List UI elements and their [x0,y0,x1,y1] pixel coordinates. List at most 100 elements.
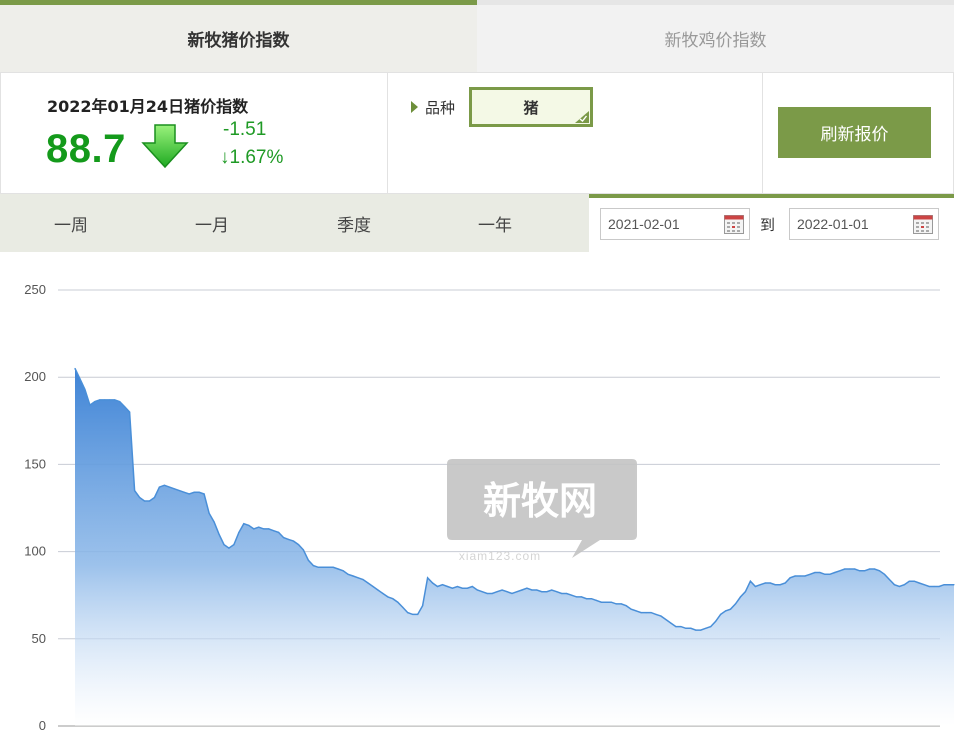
data-point [854,568,856,570]
calendar-icon[interactable] [724,215,744,234]
data-point [680,626,682,628]
data-point [516,591,518,593]
chart-canvas: 0 50 100 150 200 250 新牧网 xiam123.com [24,282,955,733]
period-year[interactable]: 一年 [435,194,555,252]
data-point [576,596,578,598]
data-point [814,571,816,574]
data-point [317,566,319,568]
data-point [506,591,508,593]
data-point [789,577,791,579]
data-point [705,627,707,629]
y-axis-ticks: 0 50 100 150 200 250 [24,282,46,733]
tab-chicken-index[interactable]: 新牧鸡价指数 [477,0,954,72]
y-tick-label: 100 [24,544,46,559]
data-point [407,612,409,614]
variety-select[interactable]: 猪 [469,87,593,127]
data-point [749,580,752,582]
index-info-panel: 2022年01月24日猪价指数 88.7 -1.51 ↓1.67% 品种 猪 刷… [0,72,954,194]
data-point [84,388,86,390]
data-point [715,620,717,622]
data-point [640,612,642,614]
data-point [94,401,96,403]
data-point [312,565,314,567]
data-point [953,584,955,586]
data-point [109,399,111,401]
data-point [670,622,672,624]
variety-selected-value: 猪 [523,98,539,117]
data-point [342,570,344,572]
data-point [238,531,240,533]
data-point [173,488,175,490]
data-point [615,603,617,605]
data-point [859,570,861,572]
data-point [725,610,727,612]
data-point [183,491,185,493]
data-point [561,592,563,595]
data-point [203,493,205,495]
data-point [283,537,285,539]
variety-label: 品种 [425,99,456,117]
data-point [650,612,652,614]
data-point [382,592,384,595]
data-point [869,568,871,570]
data-point [878,570,881,572]
start-date-value: 2021-02-01 [608,216,680,232]
data-point [327,566,329,568]
data-point [248,524,250,526]
data-point [536,589,538,591]
data-point [829,573,831,575]
data-point [466,587,468,589]
data-point [402,606,404,608]
start-date-input[interactable]: 2021-02-01 [600,208,750,240]
data-point [933,585,935,588]
calendar-icon[interactable] [913,215,933,234]
data-point [193,491,195,493]
index-change-percent: ↓1.67% [220,147,284,168]
data-point [451,587,453,589]
y-tick-label: 200 [24,369,46,384]
period-week[interactable]: 一周 [11,194,131,252]
data-point [198,491,200,493]
index-change-value: -1.51 [223,119,267,140]
data-point [74,367,76,370]
data-point [387,596,389,598]
data-point [268,528,270,530]
data-point [158,486,160,488]
data-point [695,629,697,631]
data-point [412,613,414,615]
data-point [397,601,399,603]
data-point [685,627,687,629]
data-point [148,500,151,502]
end-date-input[interactable]: 2022-01-01 [789,208,939,240]
data-point [89,404,91,406]
data-point [804,575,806,577]
data-point [759,584,761,586]
data-point [228,547,230,549]
data-point [571,594,573,596]
data-point [700,629,702,631]
period-quarter[interactable]: 季度 [294,194,414,252]
data-point [620,603,622,605]
data-point [347,573,349,575]
period-month[interactable]: 一月 [152,194,272,252]
data-point [446,585,449,588]
data-point [690,627,692,629]
data-point [799,575,801,577]
data-point [486,592,488,595]
data-point [913,580,915,582]
data-point [337,568,339,570]
data-point [809,573,811,575]
data-point [461,587,463,589]
data-point [928,585,930,588]
tab-pig-index[interactable]: 新牧猪价指数 [0,0,477,72]
data-point [764,582,766,584]
y-tick-label: 0 [39,718,46,733]
y-tick-label: 250 [24,282,46,297]
data-point [501,589,503,591]
data-point [710,626,712,628]
refresh-price-button[interactable]: 刷新报价 [778,107,931,158]
watermark: 新牧网 xiam123.com [447,459,637,563]
data-point [481,591,483,593]
pig-price-chart: 0 50 100 150 200 250 新牧网 xiam123.com [0,252,970,753]
data-point [526,587,528,589]
